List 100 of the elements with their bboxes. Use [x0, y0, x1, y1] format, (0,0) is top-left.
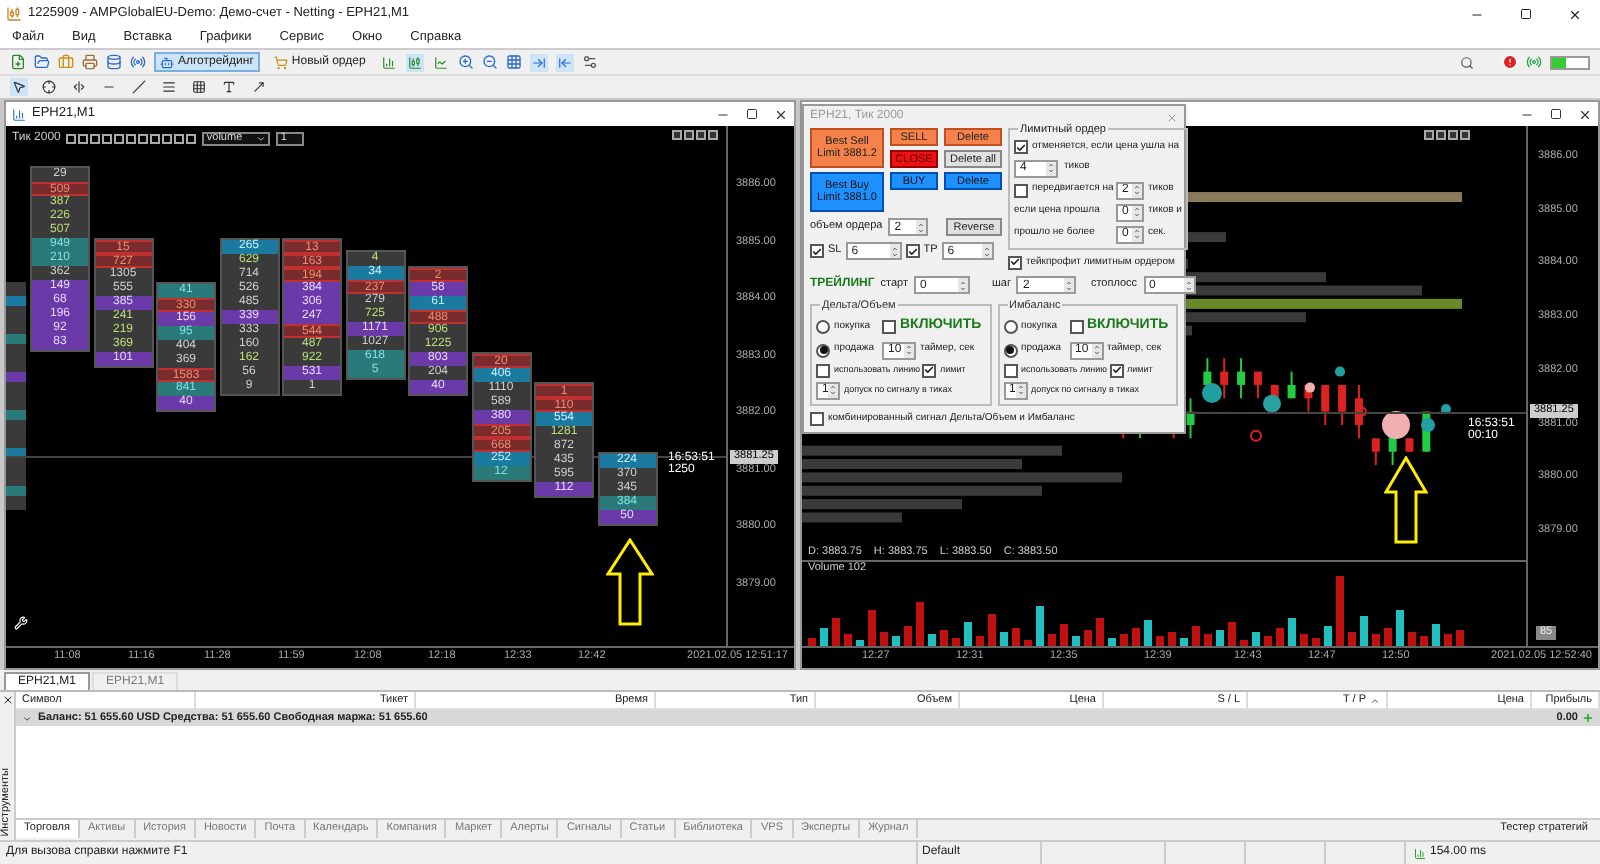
wrench-icon[interactable] [14, 616, 28, 630]
volume-bar [1048, 634, 1056, 646]
volume-bar [904, 626, 912, 646]
collapse-icon[interactable] [22, 713, 32, 723]
new-chart-icon[interactable] [10, 54, 26, 70]
volume-bar [1072, 636, 1080, 646]
check-icon [812, 245, 822, 257]
volume-bar [1096, 618, 1104, 646]
signal-bubble [1335, 366, 1345, 377]
signal-bubble [1382, 411, 1410, 439]
maximize-icon[interactable] [1550, 108, 1562, 120]
lines-icon[interactable] [160, 78, 178, 96]
candle [1371, 437, 1380, 467]
checkbox[interactable] [922, 363, 936, 377]
checkbox[interactable] [1008, 255, 1022, 270]
line-chart-icon[interactable] [431, 53, 450, 71]
diagonal-line-icon[interactable] [130, 78, 148, 96]
folder-icon[interactable] [34, 54, 50, 70]
checkbox[interactable] [882, 319, 896, 334]
spin-arrows-icon [1132, 183, 1142, 197]
database-icon[interactable] [106, 54, 122, 70]
check-icon [924, 364, 934, 376]
bar-chart-icon[interactable] [379, 53, 398, 71]
volume-bar [952, 638, 960, 646]
volume-bar [1384, 628, 1392, 646]
volume-bar [1036, 606, 1044, 646]
zoom-out-icon[interactable] [481, 54, 498, 70]
volume-bar [832, 618, 840, 646]
close-icon[interactable] [1578, 107, 1592, 121]
up-arrow-icon [1384, 456, 1428, 544]
close-icon[interactable] [1, 694, 13, 706]
checkbox[interactable] [1014, 183, 1028, 197]
volume-bar [1084, 630, 1092, 646]
volume-bar [1444, 634, 1452, 646]
candlestick-icon[interactable] [405, 53, 424, 71]
grid-icon[interactable] [190, 78, 208, 96]
volume-bar [1324, 626, 1332, 646]
checkbox[interactable] [1014, 140, 1028, 155]
text-icon[interactable] [220, 78, 238, 96]
cursor-icon[interactable] [10, 78, 28, 96]
volume-bar [1312, 638, 1320, 646]
checkbox[interactable] [816, 363, 830, 377]
volume-bar [856, 640, 864, 646]
volume-bar [1144, 620, 1152, 646]
grid-icon[interactable] [505, 54, 522, 70]
volume-bar [1216, 630, 1224, 646]
spin-arrows-icon [1132, 205, 1142, 219]
checkbox[interactable] [810, 411, 824, 426]
zoom-in-icon[interactable] [457, 54, 474, 70]
volume-bar [1204, 634, 1212, 646]
checkbox[interactable] [1003, 363, 1017, 377]
spin-arrows-icon [981, 244, 992, 258]
printer-icon[interactable] [82, 54, 98, 70]
signal-bubble [1202, 382, 1222, 403]
volume-bar [1432, 624, 1440, 646]
close-icon[interactable] [774, 107, 788, 121]
checkbox[interactable] [905, 244, 920, 258]
radio-button[interactable] [816, 319, 830, 334]
volume-bar [1024, 640, 1032, 646]
close-icon[interactable] [1568, 7, 1582, 21]
crosshair-icon[interactable] [40, 78, 58, 96]
radio-button[interactable] [816, 343, 830, 357]
candle [1186, 397, 1195, 440]
checkbox[interactable] [1109, 363, 1123, 377]
radio-button[interactable] [1003, 319, 1017, 334]
arrow-icon[interactable] [250, 78, 268, 96]
volume-bar [1168, 632, 1176, 646]
volume-bar [868, 610, 876, 646]
maximize-icon[interactable] [1520, 8, 1532, 20]
candle [1338, 383, 1347, 426]
checkbox[interactable] [1069, 319, 1083, 334]
checkbox[interactable] [810, 244, 824, 258]
robot-icon [160, 55, 174, 69]
maximize-icon[interactable] [746, 108, 758, 120]
vertical-line-icon[interactable] [70, 78, 88, 96]
volume-bar [1396, 610, 1404, 646]
candle [1220, 357, 1229, 400]
spin-arrows-icon [957, 278, 968, 292]
candle [1287, 370, 1296, 400]
volume-bar [1300, 634, 1308, 646]
signal-bubble [1305, 382, 1315, 393]
signal-icon[interactable] [1526, 54, 1542, 70]
volume-bar [1120, 634, 1128, 646]
volume-bar [1240, 640, 1248, 646]
volume-bar [928, 634, 936, 646]
alert-icon[interactable] [1502, 54, 1518, 70]
volume-bar [1012, 628, 1020, 646]
up-arrow-icon [606, 538, 654, 626]
radio-button[interactable] [1003, 343, 1017, 357]
volume-bar [1408, 632, 1416, 646]
volume-bar [1288, 618, 1296, 646]
signal-ring [1250, 429, 1262, 442]
volume-bar [1360, 616, 1368, 646]
candle [1405, 437, 1414, 453]
volume-bar [1000, 632, 1008, 646]
settings-icon[interactable] [581, 54, 598, 70]
cart-icon [273, 55, 288, 69]
signal-icon[interactable] [130, 54, 146, 70]
search-icon[interactable] [1460, 55, 1474, 69]
volume-bar [1252, 632, 1260, 646]
